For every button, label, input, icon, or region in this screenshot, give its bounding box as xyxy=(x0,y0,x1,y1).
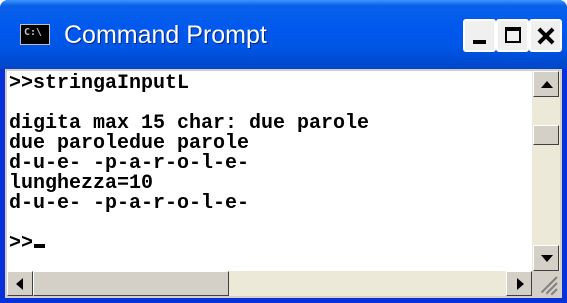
console-line: d-u-e- -p-a-r-o-l-e- xyxy=(9,152,250,175)
console-line: digita max 15 char: due parole xyxy=(9,112,370,135)
console-line: due paroledue parole xyxy=(9,132,250,155)
text-cursor xyxy=(34,244,46,248)
resize-grip-icon[interactable] xyxy=(532,271,560,296)
console-line: d-u-e- -p-a-r-o-l-e- xyxy=(9,192,250,215)
prompt-line: >> xyxy=(9,232,46,255)
horizontal-scrollbar[interactable] xyxy=(7,271,532,296)
prompt-text: >> xyxy=(9,232,34,255)
arrow-down-icon xyxy=(541,255,553,262)
arrow-left-icon xyxy=(16,278,23,290)
close-button[interactable] xyxy=(529,19,562,52)
scroll-right-button[interactable] xyxy=(506,271,532,296)
scroll-up-button[interactable] xyxy=(533,71,559,97)
cmd-icon[interactable]: C:\ xyxy=(20,24,50,45)
minimize-button[interactable] xyxy=(463,19,496,52)
cmd-icon-label: C:\ xyxy=(24,27,43,38)
arrow-up-icon xyxy=(541,81,553,88)
client-area: >>stringaInputL digita max 15 char: due … xyxy=(5,69,562,298)
vertical-scrollbar[interactable] xyxy=(532,71,560,271)
command-prompt-window: C:\ Command Prompt >>stringaInputL digit… xyxy=(0,0,567,303)
console-line: >>stringaInputL xyxy=(9,72,190,95)
title-bar[interactable]: C:\ Command Prompt xyxy=(0,0,567,69)
arrow-right-icon xyxy=(517,278,524,290)
vertical-scroll-thumb[interactable] xyxy=(533,125,559,145)
scroll-down-button[interactable] xyxy=(533,245,559,271)
scroll-left-button[interactable] xyxy=(7,271,33,296)
console-line: lunghezza=10 xyxy=(9,172,154,195)
window-title: Command Prompt xyxy=(64,21,267,49)
console-output[interactable]: >>stringaInputL digita max 15 char: due … xyxy=(7,71,532,271)
horizontal-scroll-thumb[interactable] xyxy=(33,271,229,296)
maximize-button[interactable] xyxy=(496,19,529,52)
